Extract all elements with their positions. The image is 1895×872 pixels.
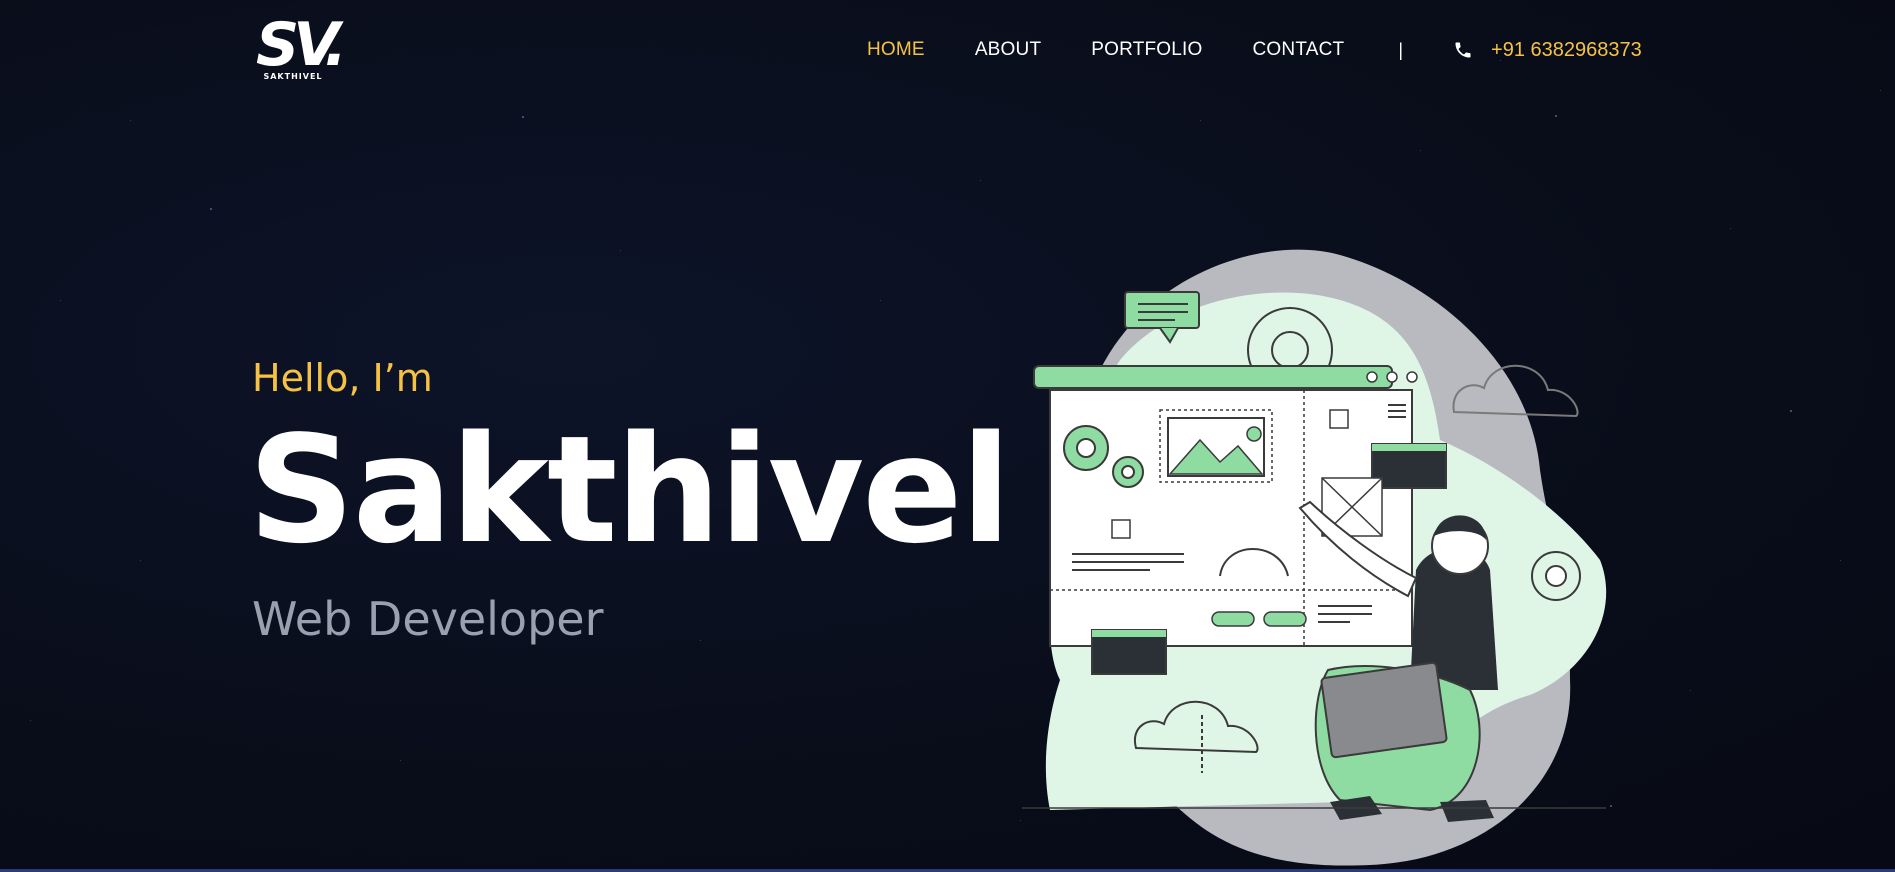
logo-subtitle: SAKTHIVEL [263,72,323,81]
developer-illustration [1010,240,1630,870]
laptop-icon [1320,661,1448,759]
nav-about[interactable]: ABOUT [975,39,1041,61]
nav-contact[interactable]: CONTACT [1253,39,1345,61]
logo-mark: SV. [256,10,347,80]
chat-bubble-icon [1124,291,1200,329]
phone-icon [1453,40,1473,60]
main-nav: HOME ABOUT PORTFOLIO CONTACT | +91 63829… [867,38,1642,62]
hero-greeting: Hello, I’m [252,356,433,400]
nav-home[interactable]: HOME [867,39,925,61]
site-logo[interactable]: SV. SAKTHIVEL [256,10,348,86]
nav-portfolio[interactable]: PORTFOLIO [1091,39,1202,61]
site-header: SV. SAKTHIVEL HOME ABOUT PORTFOLIO CONTA… [0,0,1895,100]
nav-divider: | [1398,39,1404,60]
phone-number-link[interactable]: +91 6382968373 [1491,39,1642,62]
hero-name: Sakthivel [248,404,1011,576]
hero-role: Web Developer [252,592,604,646]
